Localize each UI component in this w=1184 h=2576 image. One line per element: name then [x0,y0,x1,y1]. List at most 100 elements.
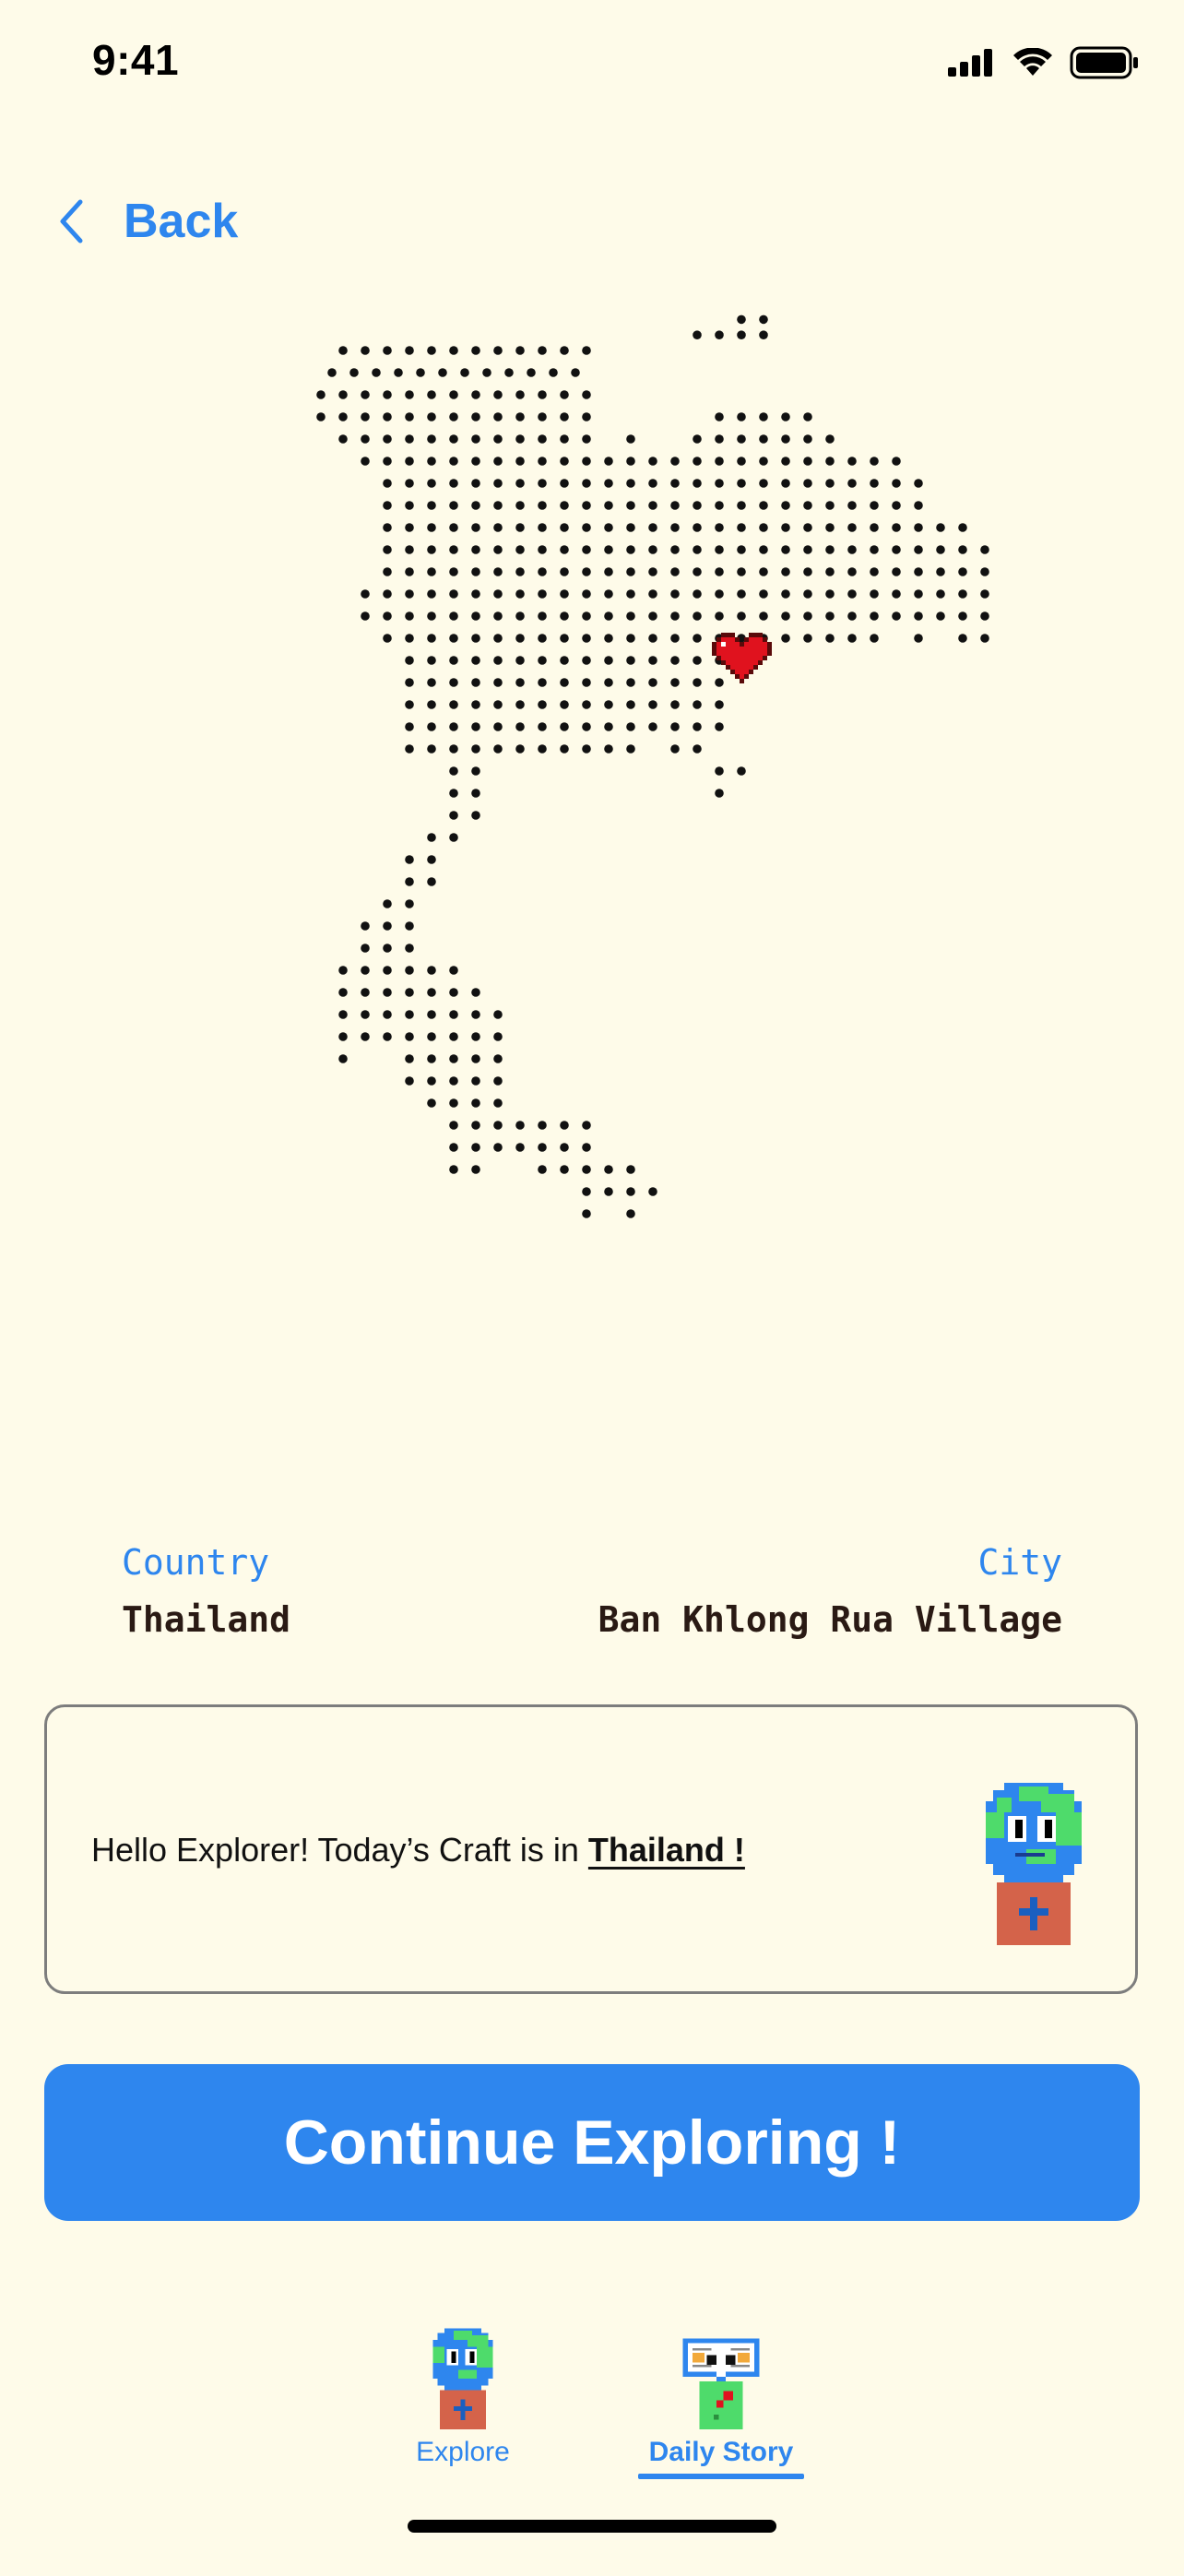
map-dot [958,634,967,643]
map-dot [515,457,525,466]
map-dot [427,1098,436,1108]
map-dot [892,523,901,532]
country-value: Thailand [122,1599,291,1640]
map-dot [383,412,392,421]
map-dot [737,589,746,599]
back-button[interactable]: Back [57,184,238,258]
map-dot [361,589,370,599]
message-prefix: Hello Explorer! Today’s Craft is in [91,1831,588,1869]
map-dot [781,611,790,621]
map-dot [582,722,591,731]
map-dot [405,700,414,709]
map-dot [405,611,414,621]
map-dot [427,678,436,687]
map-dot [803,545,812,554]
map-dot [670,523,680,532]
map-dot [449,611,458,621]
map-dot [892,501,901,510]
map-dot [715,523,724,532]
map-dot [914,479,923,488]
map-dot [416,368,425,377]
map-dot [803,479,812,488]
map-dot [405,988,414,997]
message-highlight: Thailand ! [587,1831,745,1869]
map-dot [449,700,458,709]
map-dot [936,611,945,621]
map-dot [715,434,724,444]
continue-exploring-button[interactable]: Continue Exploring ! [44,2064,1140,2221]
country-label: Country [122,1542,270,1583]
map-dot [759,589,768,599]
map-dot [693,722,702,731]
map-dot [405,1076,414,1086]
map-dot [560,457,569,466]
map-dot [427,877,436,886]
map-dot [803,611,812,621]
status-icons [948,44,1140,81]
map-dot [361,434,370,444]
map-dot [604,678,613,687]
map-dot [693,567,702,576]
map-dot [781,523,790,532]
map-dot [892,611,901,621]
map-dot [383,1010,392,1019]
map-dot [405,722,414,731]
map-dot [847,611,857,621]
map-dot [803,589,812,599]
tab-explore[interactable]: Explore [389,2326,537,2468]
map-dot [648,611,657,621]
map-dot [670,722,680,731]
map-dot [471,1143,480,1152]
map-dot [427,1054,436,1063]
map-dot [438,368,447,377]
map-dot [405,855,414,864]
map-dot [493,1143,503,1152]
map-dot [361,1010,370,1019]
map-dot [847,523,857,532]
map-dot [670,589,680,599]
map-dot [427,390,436,399]
map-dot [914,523,923,532]
map-dot [693,589,702,599]
map-dot [338,346,348,355]
map-dot [648,722,657,731]
map-dot [471,634,480,643]
map-dot [471,1165,480,1174]
map-dot [449,567,458,576]
map-dot [870,501,879,510]
map-dot [560,1143,569,1152]
map-dot [693,501,702,510]
map-dot [427,1032,436,1041]
map-dot [361,966,370,975]
map-dot [571,368,580,377]
map-dot [693,700,702,709]
map-dot [383,523,392,532]
map-dot [493,457,503,466]
map-dot [449,390,458,399]
tab-daily-story[interactable]: Daily Story [629,2333,813,2479]
map-dot [582,656,591,665]
map-dot [582,1187,591,1196]
map-dot [737,766,746,776]
map-dot [361,412,370,421]
map-dot [715,501,724,510]
signal-icon [948,49,992,77]
map-dot [781,545,790,554]
map-dot [405,921,414,931]
map-dot [648,634,657,643]
map-dot [892,567,901,576]
map-dot [604,744,613,754]
map-dot [427,434,436,444]
map-dot [781,589,790,599]
map-dot [626,545,635,554]
map-dot [693,457,702,466]
map-dot [493,634,503,643]
map-dot [582,390,591,399]
map-dot [560,390,569,399]
map-dot [471,501,480,510]
map-dot [471,1121,480,1130]
map-dot [471,1076,480,1086]
map-dot [560,1121,569,1130]
map-dot [737,567,746,576]
map-dot [449,1098,458,1108]
